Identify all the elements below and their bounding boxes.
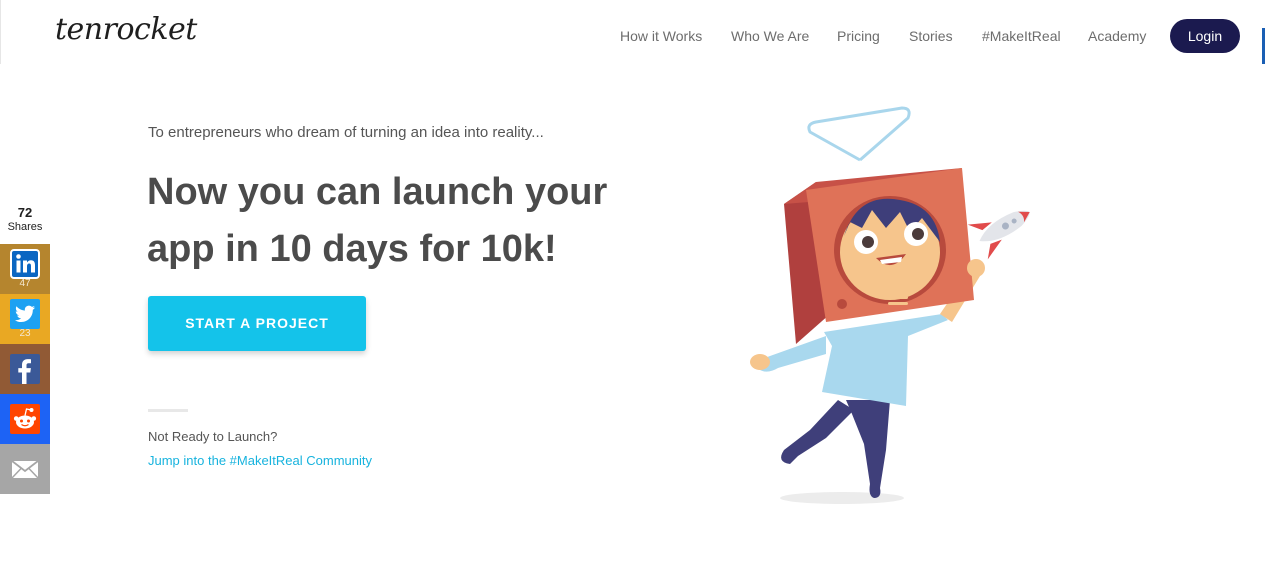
share-twitter-button[interactable]: 23 <box>0 294 50 344</box>
nav-pricing[interactable]: Pricing <box>837 28 880 44</box>
share-linkedin-count: 47 <box>19 278 31 289</box>
divider <box>148 409 188 412</box>
facebook-icon <box>10 354 40 384</box>
nav-who-we-are[interactable]: Who We Are <box>731 28 809 44</box>
share-linkedin-button[interactable]: 47 <box>0 244 50 294</box>
nav-stories[interactable]: Stories <box>909 28 953 44</box>
share-facebook-button[interactable] <box>0 344 50 394</box>
nav-how-it-works[interactable]: How it Works <box>620 28 702 44</box>
share-email-button[interactable] <box>0 444 50 494</box>
not-ready-text: Not Ready to Launch? <box>148 429 278 444</box>
nav-makeitreal[interactable]: #MakeItReal <box>982 28 1061 44</box>
hero-illustration <box>750 106 1030 504</box>
share-reddit-button[interactable] <box>0 394 50 444</box>
site-header: tenrocket How it Works Who We Are Pricin… <box>0 0 1265 64</box>
share-counter: 72 Shares <box>0 205 50 233</box>
share-total-label: Shares <box>7 221 43 233</box>
share-twitter-count: 23 <box>19 328 31 339</box>
hero-headline: Now you can launch your app in 10 days f… <box>147 171 608 270</box>
email-icon <box>11 460 39 479</box>
logo[interactable]: tenrocket <box>55 12 197 47</box>
share-total: 72 <box>17 205 33 220</box>
linkedin-icon <box>10 249 40 279</box>
hero-intro: To entrepreneurs who dream of turning an… <box>148 124 544 141</box>
login-button[interactable]: Login <box>1170 19 1240 53</box>
community-link[interactable]: Jump into the #MakeItReal Community <box>148 453 372 468</box>
reddit-icon <box>10 404 40 434</box>
nav-academy[interactable]: Academy <box>1088 28 1146 44</box>
twitter-icon <box>10 299 40 329</box>
start-project-button[interactable]: START A PROJECT <box>148 296 366 351</box>
